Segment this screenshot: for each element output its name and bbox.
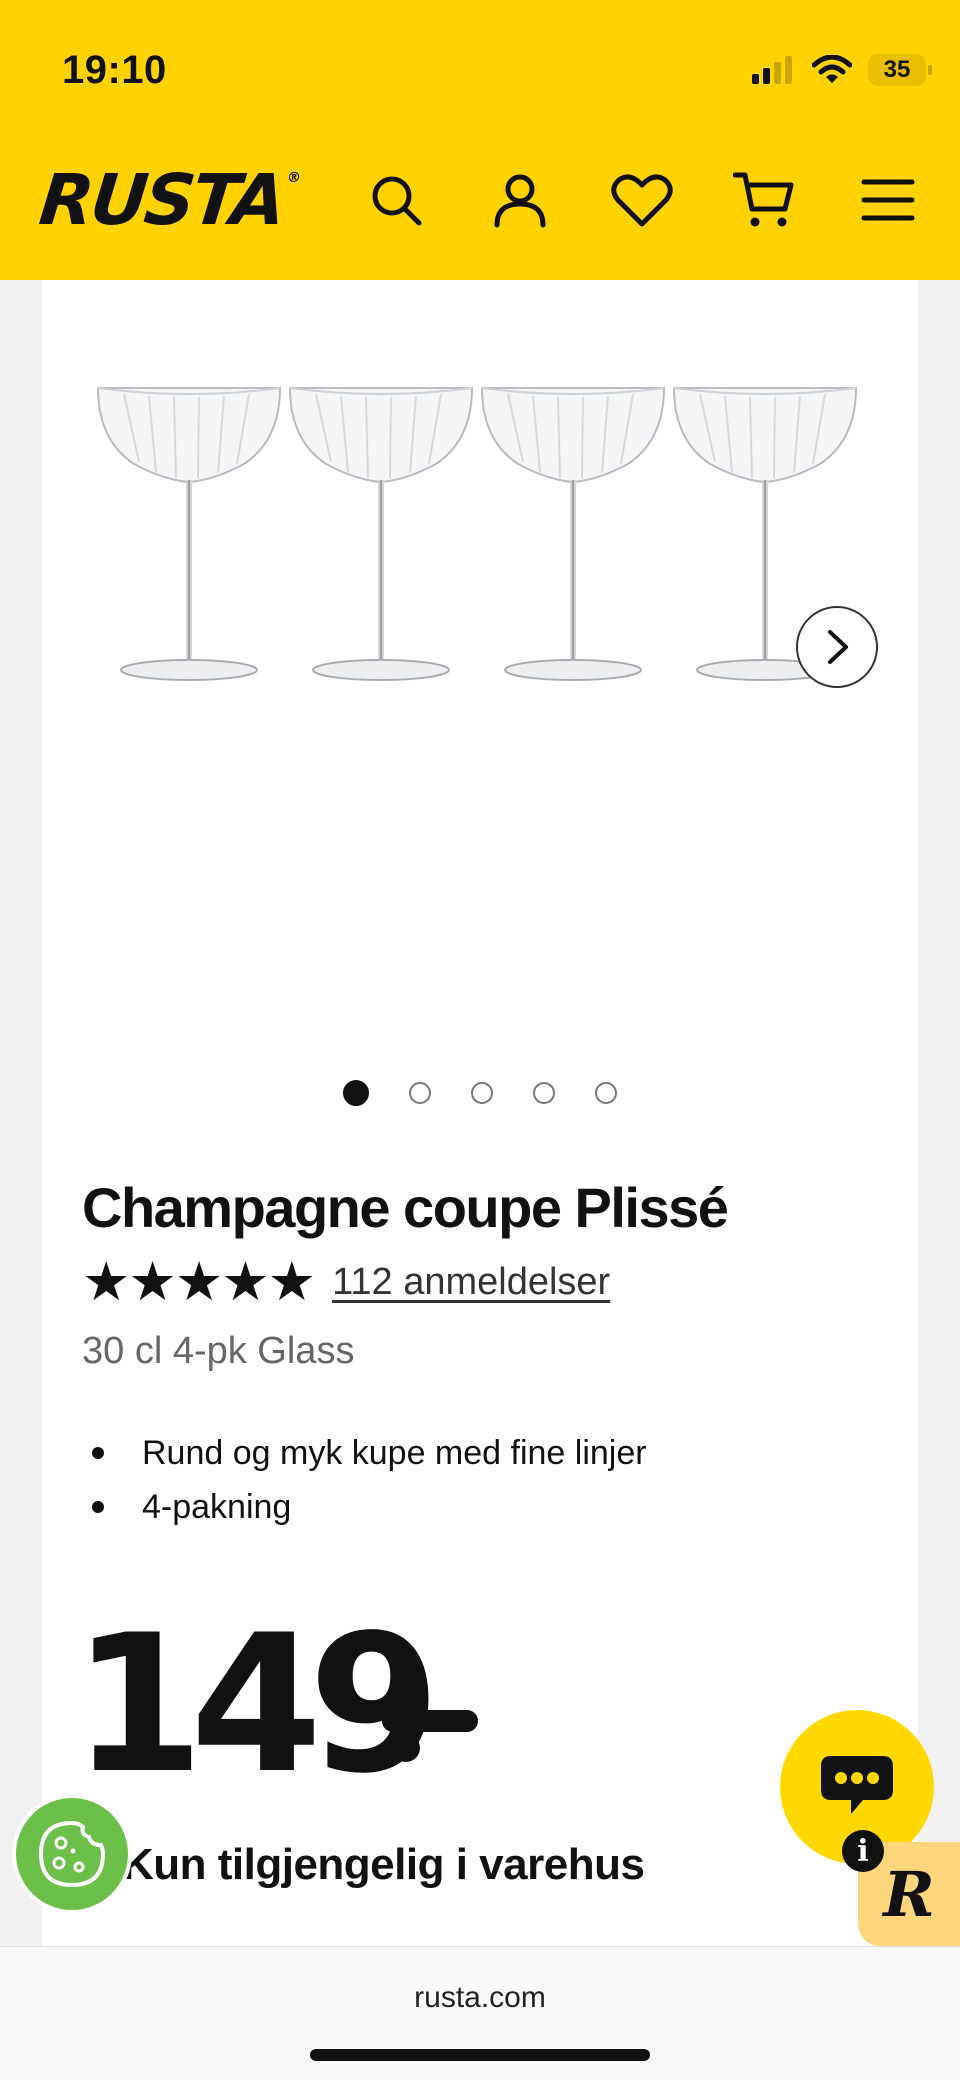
cart-button[interactable] xyxy=(732,168,796,232)
cookie-icon xyxy=(38,1820,106,1888)
gallery-dot-5[interactable] xyxy=(595,1082,617,1104)
feature-item: 4-pakning xyxy=(82,1480,647,1534)
product-image-gallery[interactable] xyxy=(42,370,918,750)
chevron-right-icon xyxy=(828,630,848,664)
signal-icon xyxy=(752,56,792,84)
site-nav: RUSTA ® xyxy=(0,159,960,241)
url-text[interactable]: rusta.com xyxy=(0,1981,960,2015)
menu-icon xyxy=(861,179,915,221)
info-icon[interactable]: i xyxy=(842,1830,884,1872)
product-price: 149 xyxy=(72,1594,441,1815)
status-time: 19:10 xyxy=(62,48,167,92)
menu-button[interactable] xyxy=(856,168,920,232)
gallery-next-button[interactable] xyxy=(796,606,878,688)
browser-address-bar[interactable]: rusta.com xyxy=(0,1946,960,2080)
product-title: Champagne coupe Plissé xyxy=(82,1176,729,1239)
gallery-pagination xyxy=(42,1080,918,1106)
gallery-dot-1[interactable] xyxy=(343,1080,369,1106)
search-button[interactable] xyxy=(364,168,428,232)
gallery-dot-3[interactable] xyxy=(471,1082,493,1104)
product-image-glass xyxy=(480,387,666,681)
cart-icon xyxy=(733,172,794,227)
status-indicators: 35 xyxy=(752,50,932,90)
header: 19:10 35 RUSTA ® xyxy=(0,0,960,280)
cookie-settings-button[interactable] xyxy=(12,1794,132,1914)
reviews-link[interactable]: 112 anmeldelser xyxy=(332,1261,610,1304)
home-indicator[interactable] xyxy=(310,2049,650,2061)
account-icon xyxy=(494,174,546,228)
wifi-icon xyxy=(812,55,852,83)
logo-registered-mark: ® xyxy=(286,170,302,186)
feature-item: Rund og myk kupe med fine linjer xyxy=(82,1426,647,1480)
battery-indicator: 35 xyxy=(868,54,932,86)
search-icon xyxy=(372,176,422,226)
rusta-logo[interactable]: RUSTA ® xyxy=(35,159,312,241)
gallery-dot-4[interactable] xyxy=(533,1082,555,1104)
wishlist-heart-icon xyxy=(611,174,673,227)
price-dash-mark xyxy=(382,1710,478,1762)
product-rating: ★★★★★ 112 anmeldelser xyxy=(82,1252,610,1312)
availability-note: Kun tilgjengelig i varehus xyxy=(122,1840,645,1889)
rating-stars: ★★★★★ xyxy=(82,1252,316,1312)
chat-icon xyxy=(821,1756,893,1814)
account-button[interactable] xyxy=(488,168,552,232)
product-card: Champagne coupe Plissé ★★★★★ 112 anmelde… xyxy=(42,280,918,1946)
gallery-dot-2[interactable] xyxy=(409,1082,431,1104)
product-image-glass xyxy=(96,387,282,681)
product-image-glass xyxy=(288,387,474,681)
logo-text: RUSTA xyxy=(35,159,287,241)
product-variant: 30 cl 4-pk Glass xyxy=(82,1330,355,1372)
wishlist-button[interactable] xyxy=(610,168,674,232)
product-features: Rund og myk kupe med fine linjer 4-pakni… xyxy=(82,1426,647,1534)
